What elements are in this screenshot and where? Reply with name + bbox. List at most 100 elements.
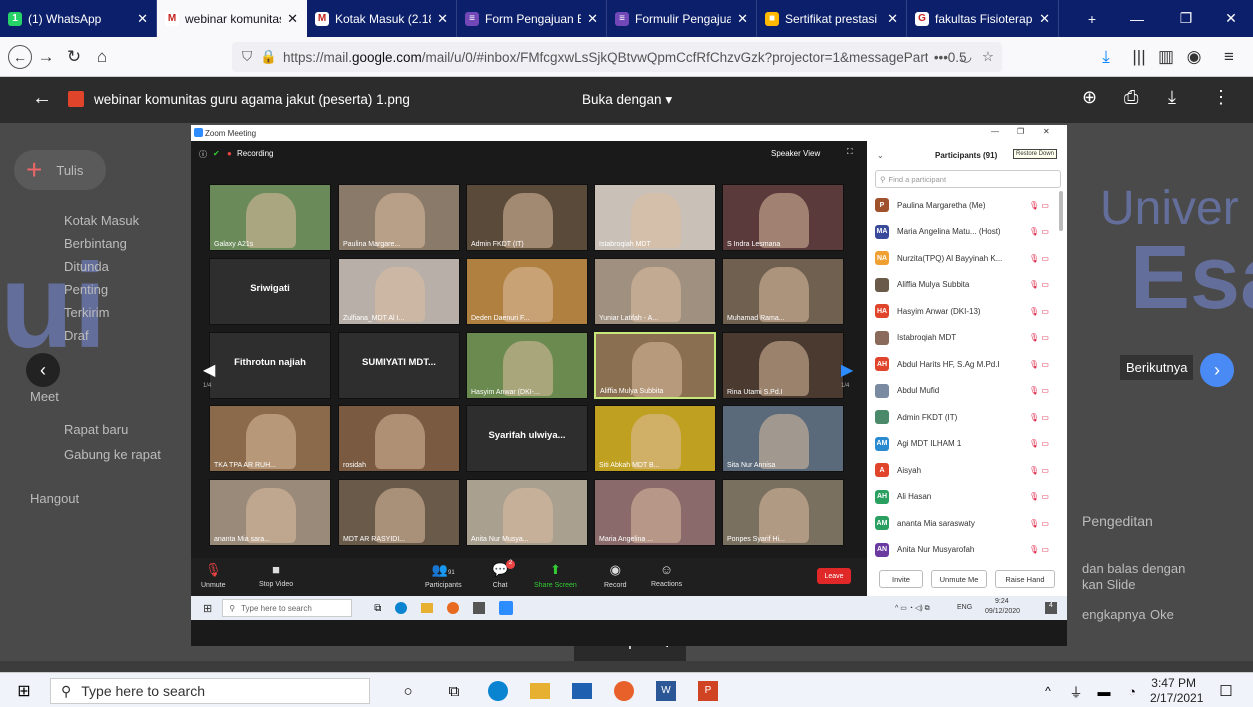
cortana-icon[interactable]: ○	[394, 678, 422, 704]
gmail-nav-item[interactable]: Ditunda	[64, 259, 109, 274]
participant-row: HA Hasyim Anwar (DKI-13) 🎙 ▭	[875, 299, 1065, 323]
url-prefix: https://mail.	[282, 49, 352, 65]
tab-close-icon[interactable]: ✕	[887, 11, 898, 27]
participant-name: Admin FKDT (IT)	[471, 241, 524, 248]
participant-name: Sita Nur Annisa	[727, 462, 776, 469]
wifi-icon[interactable]: ◔	[1118, 678, 1146, 704]
participant-avatar: A	[875, 463, 889, 477]
participant-video	[246, 193, 296, 248]
stop-video-label: Stop Video	[259, 581, 294, 588]
participant-avatar: AM	[875, 516, 889, 530]
browser-tab[interactable]: ≡ Formulir Pengajuan ✕	[607, 0, 757, 37]
browser-tab[interactable]: Gfakultas Fisioterapi ✕	[907, 0, 1059, 37]
shield-icon[interactable]: ⛉	[242, 49, 252, 65]
home-icon[interactable]: ⌂	[88, 43, 116, 71]
battery-icon[interactable]: ▬	[1090, 678, 1118, 704]
tray-chevron-icon[interactable]: ^	[1034, 678, 1062, 704]
word-icon[interactable]: W	[656, 681, 676, 701]
file-explorer-icon[interactable]	[530, 683, 550, 699]
browser-tab[interactable]: Mwebinar komunitas ✕	[157, 0, 307, 37]
video-tile: Admin FKDT (IT)	[466, 184, 588, 251]
video-tile: Anita Nur Musya...	[466, 479, 588, 546]
tab-close-icon[interactable]: ✕	[587, 11, 598, 27]
address-bar[interactable]: ⛉ 🔒 https://mail. google.com/mail/u/0/#in…	[232, 42, 1002, 72]
next-arrow-icon[interactable]: ›	[1200, 353, 1234, 387]
open-with-button[interactable]: Buka dengan ▾	[582, 92, 672, 108]
participant-name: Galaxy A21s	[214, 241, 254, 248]
minimize-icon[interactable]: —	[1115, 0, 1159, 37]
gallery-prev-icon: ◀	[203, 362, 216, 379]
gmail-nav-item[interactable]: Penting	[64, 282, 108, 297]
inner-start-icon: ⊞	[203, 602, 213, 615]
account-icon[interactable]: ◉	[1180, 43, 1208, 71]
browser-tab[interactable]: ■ Sertifikat prestasi ka ✕	[757, 0, 907, 37]
print-icon[interactable]: ⎙	[1124, 87, 1138, 108]
participant-row: AH Abdul Harits HF, S.Ag M.Pd.I 🎙 ▭	[875, 352, 1065, 376]
taskbar-search-box[interactable]: ⚲ Type here to search	[50, 678, 370, 704]
participant-name: TKA TPA AR RUH...	[214, 462, 276, 469]
firefox-icon[interactable]	[614, 681, 634, 701]
new-tab-button[interactable]: +	[1070, 0, 1114, 37]
gmail-nav-item[interactable]: Draf	[64, 328, 89, 343]
participant-video	[375, 488, 425, 543]
gmail-icon: M	[165, 11, 179, 26]
participant-video	[759, 267, 809, 322]
participants-count: 91	[448, 570, 455, 576]
video-tile: Syarifah ulwiya...	[466, 405, 588, 472]
sidebar-icon[interactable]: ▥	[1152, 43, 1180, 71]
browser-tab[interactable]: M Kotak Masuk (2.188 ✕	[307, 0, 457, 37]
tab-close-icon[interactable]: ✕	[737, 11, 748, 27]
participant-avatar: AM	[875, 436, 889, 451]
compose-button[interactable]: + Tulis	[14, 150, 106, 190]
menu-icon[interactable]: ≡	[1215, 43, 1243, 71]
meet-join[interactable]: Gabung ke rapat	[64, 447, 161, 462]
bookmark-star-icon[interactable]: ☆	[982, 49, 994, 65]
download-file-icon[interactable]: ⤓	[1168, 87, 1176, 108]
tab-close-icon[interactable]: ✕	[137, 11, 148, 27]
start-icon[interactable]: ⊞	[10, 678, 38, 704]
edge-icon[interactable]	[488, 681, 508, 701]
tab-title: webinar komunitas	[185, 11, 282, 26]
clock[interactable]: 3:47 PM 2/17/2021	[1150, 676, 1203, 706]
video-tile: Zulfiana_MDT Al I...	[338, 258, 460, 325]
gmail-nav-item[interactable]: Terkirim	[64, 305, 110, 320]
participant-list-name: Istabroqiah MDT	[897, 333, 957, 342]
close-window-icon[interactable]: ✕	[1209, 0, 1253, 37]
mail-icon[interactable]	[572, 683, 592, 699]
back-icon[interactable]: ←	[8, 44, 32, 69]
video-tile: Maria Angelina ...	[594, 479, 716, 546]
mic-video-status-icon: 🎙 ▭	[1029, 439, 1049, 448]
participant-video	[759, 414, 809, 469]
collapse-chevron-icon: ⌄	[877, 151, 884, 160]
tab-close-icon[interactable]: ✕	[437, 11, 448, 27]
task-view-icon[interactable]: ⧉	[440, 678, 468, 704]
forward-icon[interactable]: →	[32, 43, 60, 71]
inner-firefox-icon	[447, 602, 460, 614]
tray-usb-icon[interactable]: ⏚	[1062, 678, 1090, 704]
library-icon[interactable]: |||	[1125, 43, 1153, 71]
participant-video	[759, 341, 809, 396]
participant-center-name: SUMIYATI MDT...	[362, 357, 436, 368]
tab-title: Kotak Masuk (2.188	[335, 11, 432, 26]
browser-tab[interactable]: ≡ Form Pengajuan BK ✕	[457, 0, 607, 37]
tab-close-icon[interactable]: ✕	[1039, 11, 1050, 27]
powerpoint-icon[interactable]: P	[698, 681, 718, 701]
pocket-icon[interactable]: ◡	[960, 49, 972, 65]
tab-close-icon[interactable]: ✕	[287, 11, 298, 27]
participant-name: rosidah	[343, 462, 366, 469]
download-icon[interactable]: ⤓	[1092, 43, 1120, 71]
add-to-drive-icon[interactable]: ⊕	[1082, 87, 1097, 108]
participant-list-name: Aliffia Mulya Subbita	[897, 280, 970, 289]
notifications-icon[interactable]: ☐	[1212, 678, 1240, 704]
gmail-nav-item[interactable]: Kotak Masuk	[64, 213, 139, 228]
maximize-icon[interactable]: ❐	[1164, 0, 1208, 37]
gmail-nav-item[interactable]: Berbintang	[64, 236, 127, 251]
more-options-icon[interactable]: ⋮	[1212, 87, 1230, 108]
browser-tab[interactable]: 1 (1) WhatsApp ✕	[0, 0, 157, 37]
previous-arrow-icon[interactable]: ‹	[26, 353, 60, 387]
meet-new[interactable]: Rapat baru	[64, 422, 128, 437]
back-arrow-icon[interactable]: ←	[32, 87, 52, 110]
page-actions-icon[interactable]: •••	[927, 49, 948, 65]
inner-date: 09/12/2020	[985, 608, 1021, 615]
reload-icon[interactable]: ↻	[60, 43, 88, 71]
